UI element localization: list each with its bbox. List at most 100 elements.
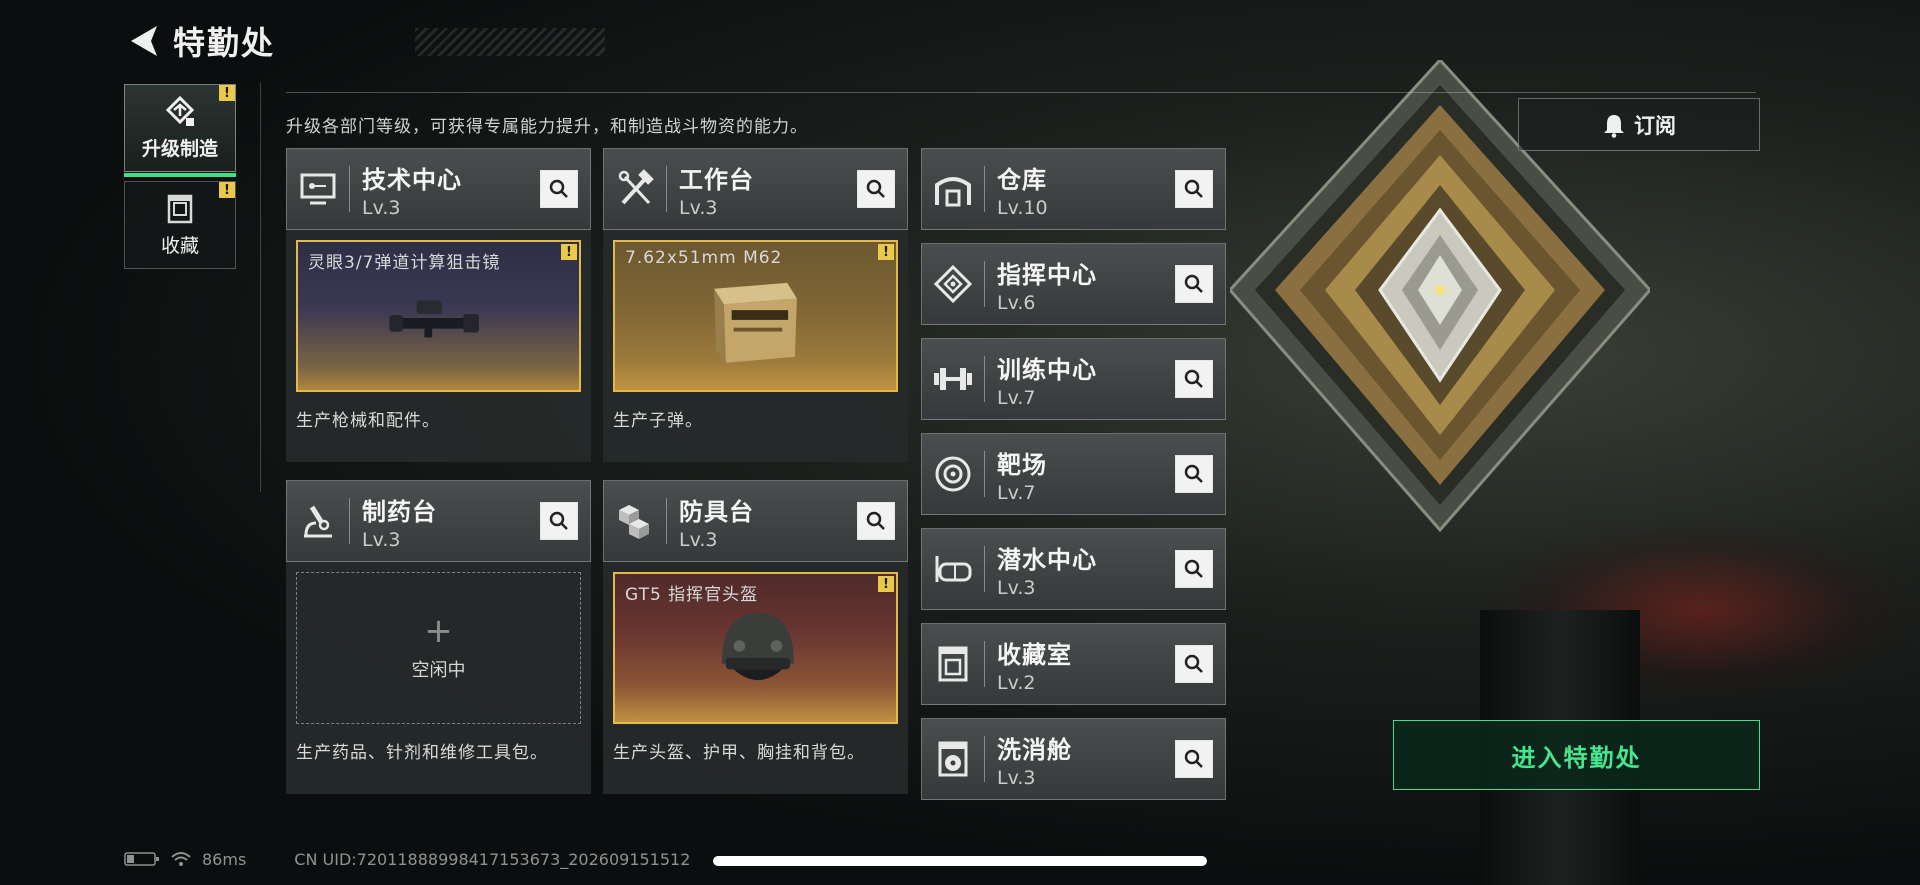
tab-label: 升级制造 bbox=[141, 137, 218, 160]
search-button[interactable] bbox=[857, 502, 895, 540]
room-name: 洗消舱 bbox=[997, 735, 1072, 764]
search-button[interactable] bbox=[1175, 645, 1213, 683]
separator bbox=[984, 356, 985, 402]
search-icon bbox=[1184, 559, 1203, 578]
room-level: Lv.2 bbox=[997, 671, 1036, 694]
station-name: 防具台 bbox=[679, 497, 754, 526]
dumbbell-icon bbox=[922, 338, 984, 420]
station-description: 生产子弹。 bbox=[613, 411, 703, 431]
diving-mask-icon bbox=[922, 528, 984, 610]
station-description: 生产药品、针剂和维修工具包。 bbox=[296, 743, 548, 763]
station-tech-center: 技术中心 Lv.3 灵眼3/7弹道计算狙击镜 ! 生产枪械和配件。 bbox=[286, 148, 591, 462]
search-button[interactable] bbox=[1175, 360, 1213, 398]
station-body: GT5 指挥官头盔 ! 生产头盔、护甲、胸挂和背包。 bbox=[603, 562, 908, 794]
divider-line bbox=[286, 92, 1756, 93]
room-text: 训练中心 Lv.7 bbox=[997, 350, 1175, 409]
page-title: 特勤处 bbox=[173, 24, 276, 62]
warning-badge: ! bbox=[561, 244, 577, 260]
station-level: Lv.3 bbox=[362, 528, 401, 551]
hammer-wrench-icon bbox=[604, 148, 666, 230]
product-name: GT5 指挥官头盔 bbox=[625, 585, 759, 605]
warning-badge: ! bbox=[878, 244, 894, 260]
station-pharmacy: 制药台 Lv.3 + 空闲中 生产药品、针剂和维修工具包。 bbox=[286, 480, 591, 794]
search-icon bbox=[866, 179, 885, 198]
search-button[interactable] bbox=[1175, 170, 1213, 208]
station-body: + 空闲中 生产药品、针剂和维修工具包。 bbox=[286, 562, 591, 794]
station-level: Lv.3 bbox=[362, 196, 401, 219]
plus-icon: + bbox=[424, 611, 453, 651]
room-decontamination[interactable]: 洗消舱 Lv.3 bbox=[921, 718, 1226, 800]
room-text: 洗消舱 Lv.3 bbox=[997, 730, 1175, 789]
room-training-center[interactable]: 训练中心 Lv.7 bbox=[921, 338, 1226, 420]
station-armor-bench: 防具台 Lv.3 GT5 指挥官头盔 ! 生产头盔、护甲、胸挂和背包。 bbox=[603, 480, 908, 794]
collection-icon bbox=[922, 623, 984, 705]
separator bbox=[984, 261, 985, 307]
enter-label: 进入特勤处 bbox=[1511, 743, 1642, 772]
room-collection-room[interactable]: 收藏室 Lv.2 bbox=[921, 623, 1226, 705]
idle-slot[interactable]: + 空闲中 bbox=[296, 572, 581, 724]
room-text: 潜水中心 Lv.3 bbox=[997, 540, 1175, 599]
warning-badge: ! bbox=[219, 182, 235, 198]
station-name: 技术中心 bbox=[362, 165, 462, 194]
station-header[interactable]: 工作台 Lv.3 bbox=[603, 148, 908, 230]
radiation-icon bbox=[922, 718, 984, 800]
tab-upgrade-craft[interactable]: ! 升级制造 bbox=[124, 84, 236, 177]
room-warehouse[interactable]: 仓库 Lv.10 bbox=[921, 148, 1226, 230]
back-button[interactable] bbox=[125, 21, 163, 61]
back-arrow-icon bbox=[131, 26, 157, 56]
station-level: Lv.3 bbox=[679, 196, 718, 219]
separator bbox=[666, 166, 667, 212]
separator bbox=[349, 166, 350, 212]
station-level: Lv.3 bbox=[679, 528, 718, 551]
product-slot[interactable]: 灵眼3/7弹道计算狙击镜 ! bbox=[296, 240, 581, 392]
station-text: 制药台 Lv.3 bbox=[362, 492, 540, 551]
home-indicator[interactable] bbox=[713, 856, 1207, 866]
station-name: 工作台 bbox=[679, 165, 754, 194]
product-slot[interactable]: 7.62x51mm M62 ! bbox=[613, 240, 898, 392]
enter-special-ops-button[interactable]: 进入特勤处 bbox=[1393, 720, 1760, 790]
tab-label: 收藏 bbox=[160, 234, 199, 257]
room-shooting-range[interactable]: 靶场 Lv.7 bbox=[921, 433, 1226, 515]
room-level: Lv.7 bbox=[997, 386, 1036, 409]
product-slot[interactable]: GT5 指挥官头盔 ! bbox=[613, 572, 898, 724]
room-text: 仓库 Lv.10 bbox=[997, 160, 1175, 219]
command-icon bbox=[922, 243, 984, 325]
search-button[interactable] bbox=[1175, 265, 1213, 303]
search-button[interactable] bbox=[1175, 550, 1213, 588]
station-text: 工作台 Lv.3 bbox=[679, 160, 857, 219]
status-bar: 86ms CN UID:7201188899841715367​3_202609… bbox=[124, 848, 690, 870]
product-name: 灵眼3/7弹道计算狙击镜 bbox=[308, 253, 501, 273]
station-header[interactable]: 防具台 Lv.3 bbox=[603, 480, 908, 562]
station-name: 制药台 bbox=[362, 497, 437, 526]
tab-collection[interactable]: ! 收藏 bbox=[124, 181, 236, 269]
separator bbox=[984, 546, 985, 592]
search-button[interactable] bbox=[1175, 455, 1213, 493]
separator bbox=[984, 641, 985, 687]
room-diving-center[interactable]: 潜水中心 Lv.3 bbox=[921, 528, 1226, 610]
search-icon bbox=[866, 511, 885, 530]
station-body: 7.62x51mm M62 ! 生产子弹。 bbox=[603, 230, 908, 462]
search-button[interactable] bbox=[540, 170, 578, 208]
search-button[interactable] bbox=[1175, 740, 1213, 778]
search-icon bbox=[549, 179, 568, 198]
room-command-center[interactable]: 指挥中心 Lv.6 bbox=[921, 243, 1226, 325]
search-icon bbox=[1184, 749, 1203, 768]
room-text: 靶场 Lv.7 bbox=[997, 445, 1175, 504]
page-description: 升级各部门等级，可获得专属能力提升，和制造战斗物资的能力。 bbox=[286, 117, 808, 137]
header: 特勤处 bbox=[125, 18, 605, 64]
room-name: 指挥中心 bbox=[997, 260, 1097, 289]
monitor-icon bbox=[287, 148, 349, 230]
search-button[interactable] bbox=[540, 502, 578, 540]
side-nav: ! 升级制造 ! 收藏 bbox=[124, 84, 238, 278]
station-body: 灵眼3/7弹道计算狙击镜 ! 生产枪械和配件。 bbox=[286, 230, 591, 462]
station-header[interactable]: 制药台 Lv.3 bbox=[286, 480, 591, 562]
search-button[interactable] bbox=[857, 170, 895, 208]
subscribe-button[interactable]: 订阅 bbox=[1518, 98, 1760, 151]
room-level: Lv.7 bbox=[997, 481, 1036, 504]
station-description: 生产枪械和配件。 bbox=[296, 411, 440, 431]
separator bbox=[666, 498, 667, 544]
station-header[interactable]: 技术中心 Lv.3 bbox=[286, 148, 591, 230]
ping-value: 86ms bbox=[202, 849, 247, 869]
room-text: 指挥中心 Lv.6 bbox=[997, 255, 1175, 314]
warehouse-icon bbox=[922, 148, 984, 230]
